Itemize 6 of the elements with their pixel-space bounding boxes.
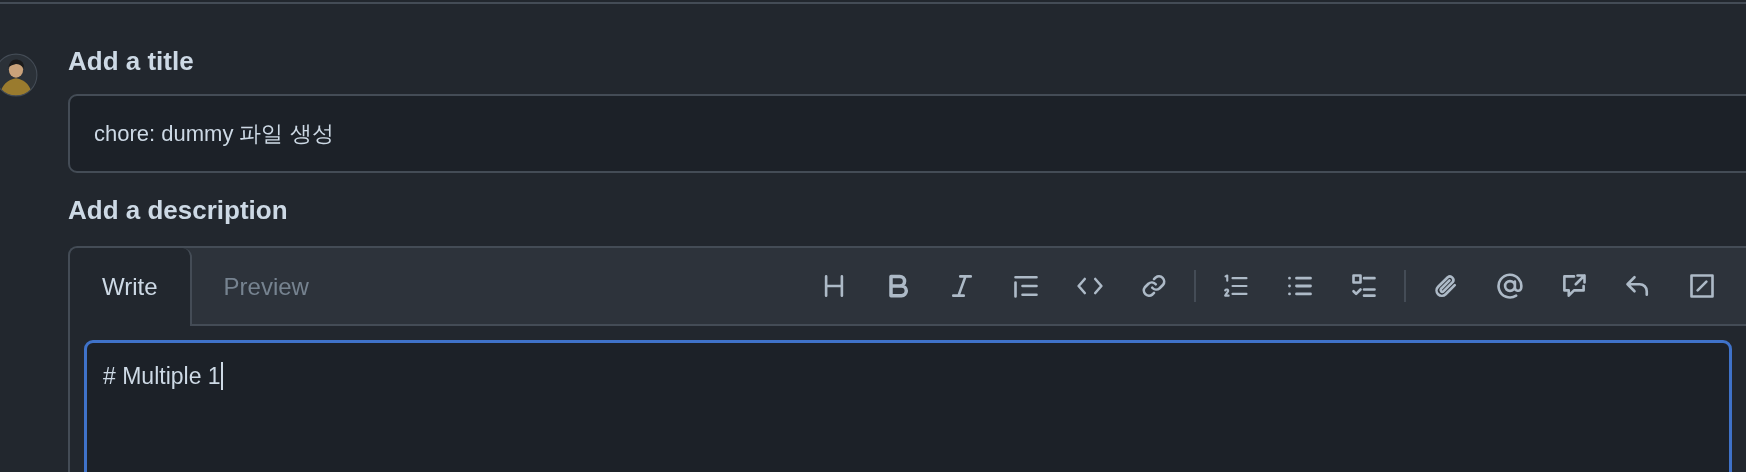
title-field[interactable]: chore: dummy 파일 생성 — [68, 94, 1746, 173]
description-label: Add a description — [68, 194, 288, 227]
description-text: # Multiple 1 — [103, 362, 221, 391]
editor-tab[interactable]: Write — [70, 248, 192, 326]
title-label: Add a title — [68, 45, 194, 78]
description-field[interactable]: # Multiple 1 — [84, 340, 1732, 472]
